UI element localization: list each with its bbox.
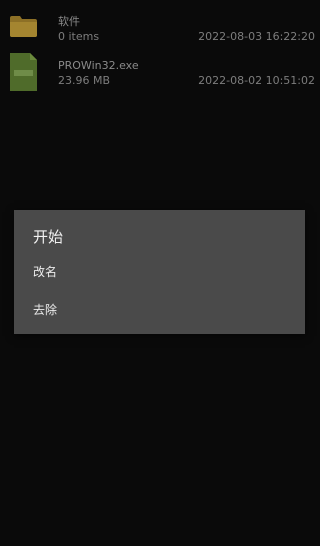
context-menu-dialog: 开始 改名 去除 [14,210,305,334]
folder-icon [10,16,37,37]
rename-label: 改名 [33,265,58,279]
rename-menu-item[interactable]: 改名 [14,254,305,288]
delete-menu-item[interactable]: 去除 [14,292,305,326]
file-date: 2022-08-02 10:51:02 [198,74,315,87]
file-date: 2022-08-03 16:22:20 [198,30,315,43]
file-row-exe[interactable]: PROWin32.exe 23.96 MB 2022-08-02 10:51:0… [0,48,319,96]
file-item-count: 0 items [58,30,100,43]
delete-label: 去除 [33,303,58,317]
file-name: 软件 [58,15,80,28]
exe-file-icon [10,53,37,91]
dialog-title: 开始 [33,228,64,246]
file-name: PROWin32.exe [58,59,139,72]
file-row-folder[interactable]: 软件 0 items 2022-08-03 16:22:20 [0,0,319,45]
file-size: 23.96 MB [58,74,111,87]
